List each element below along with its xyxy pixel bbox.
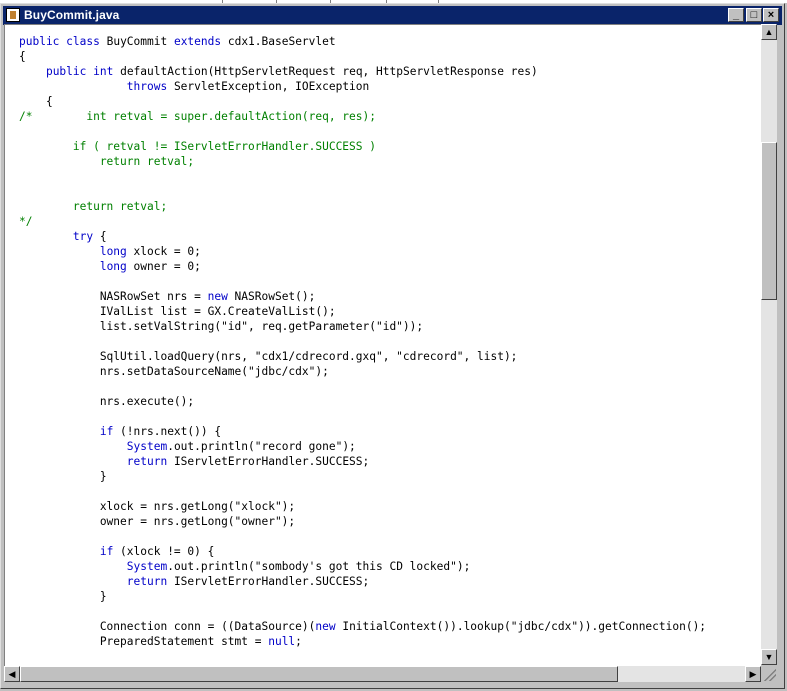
horizontal-scrollbar[interactable]: ◀ ▶ [4, 666, 761, 682]
code-line[interactable] [19, 334, 761, 349]
code-line[interactable]: { [19, 49, 761, 64]
code-line[interactable] [19, 409, 761, 424]
code-line[interactable]: try { [19, 229, 761, 244]
code-line[interactable]: long owner = 0; [19, 259, 761, 274]
code-line[interactable]: /* int retval = super.defaultAction(req,… [19, 109, 761, 124]
code-line[interactable]: list.setValString("id", req.getParameter… [19, 319, 761, 334]
code-line[interactable] [19, 604, 761, 619]
horizontal-scroll-thumb[interactable] [20, 666, 618, 682]
code-line[interactable]: if ( retval != IServletErrorHandler.SUCC… [19, 139, 761, 154]
code-line[interactable] [19, 484, 761, 499]
code-editor[interactable]: public class BuyCommit extends cdx1.Base… [4, 24, 761, 666]
code-line[interactable] [19, 379, 761, 394]
code-line[interactable]: nrs.setDataSourceName("jdbc/cdx"); [19, 364, 761, 379]
java-file-icon[interactable] [6, 8, 20, 22]
maximize-button[interactable]: □ [746, 8, 762, 22]
scroll-down-button[interactable]: ▼ [761, 649, 777, 665]
maximize-icon: □ [750, 9, 758, 21]
code-line[interactable]: System.out.println("sombody's got this C… [19, 559, 761, 574]
arrow-down-icon: ▼ [764, 652, 774, 662]
code-line[interactable] [19, 184, 761, 199]
arrow-right-icon: ▶ [749, 669, 757, 679]
code-line[interactable]: return retval; [19, 154, 761, 169]
code-line[interactable]: long xlock = 0; [19, 244, 761, 259]
code-line[interactable]: Connection conn = ((DataSource)(new Init… [19, 619, 761, 634]
code-line[interactable]: SqlUtil.loadQuery(nrs, "cdx1/cdrecord.gx… [19, 349, 761, 364]
code-line[interactable]: throws ServletException, IOException [19, 79, 761, 94]
code-line[interactable] [19, 274, 761, 289]
code-line[interactable]: IValList list = GX.CreateValList(); [19, 304, 761, 319]
code-line[interactable]: return retval; [19, 199, 761, 214]
vertical-scrollbar[interactable]: ▲ ▼ [761, 24, 777, 665]
code-line[interactable]: { [19, 94, 761, 109]
arrow-up-icon: ▲ [764, 27, 774, 37]
scroll-up-button[interactable]: ▲ [761, 24, 777, 40]
code-line[interactable]: */ [19, 214, 761, 229]
code-line[interactable] [19, 124, 761, 139]
code-line[interactable]: if (!nrs.next()) { [19, 424, 761, 439]
size-grip[interactable] [761, 666, 777, 682]
code-line[interactable]: if (xlock != 0) { [19, 544, 761, 559]
code-line[interactable]: owner = nrs.getLong("owner"); [19, 514, 761, 529]
title-bar[interactable]: BuyCommit.java _ □ × [3, 6, 782, 25]
minimize-icon: _ [732, 9, 740, 21]
code-line[interactable]: } [19, 469, 761, 484]
code-line[interactable]: System.out.println("record gone"); [19, 439, 761, 454]
code-line[interactable]: public class BuyCommit extends cdx1.Base… [19, 34, 761, 49]
close-button[interactable]: × [763, 8, 779, 22]
code-line[interactable]: return IServletErrorHandler.SUCCESS; [19, 574, 761, 589]
scroll-left-button[interactable]: ◀ [4, 666, 20, 682]
vertical-scroll-thumb[interactable] [761, 142, 777, 300]
code-line[interactable]: } [19, 589, 761, 604]
minimize-button[interactable]: _ [728, 8, 744, 22]
code-line[interactable] [19, 649, 761, 664]
resize-grip-icon [764, 669, 776, 681]
close-icon: × [767, 9, 775, 21]
code-line[interactable]: return IServletErrorHandler.SUCCESS; [19, 454, 761, 469]
code-line[interactable] [19, 169, 761, 184]
code-line[interactable]: xlock = nrs.getLong("xlock"); [19, 499, 761, 514]
code-line[interactable]: nrs.execute(); [19, 394, 761, 409]
code-line[interactable]: public int defaultAction(HttpServletRequ… [19, 64, 761, 79]
code-line[interactable]: NASRowSet nrs = new NASRowSet(); [19, 289, 761, 304]
code-line[interactable] [19, 529, 761, 544]
scroll-right-button[interactable]: ▶ [745, 666, 761, 682]
code-line[interactable]: PreparedStatement stmt = null; [19, 634, 761, 649]
window-title: BuyCommit.java [24, 8, 120, 22]
source-code[interactable]: public class BuyCommit extends cdx1.Base… [5, 25, 761, 666]
arrow-left-icon: ◀ [8, 669, 16, 679]
